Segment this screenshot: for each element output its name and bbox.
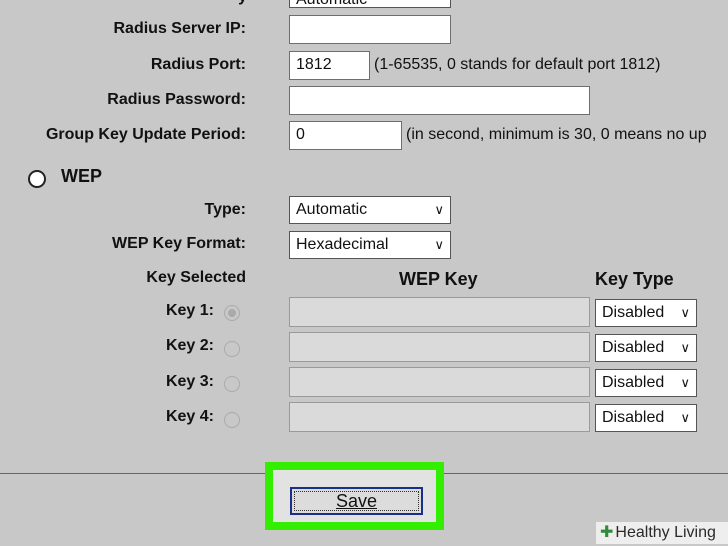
key-3-type-select[interactable]: Disabled ∨: [595, 369, 697, 397]
wep-radio[interactable]: [28, 170, 46, 188]
wep-key-format-label: WEP Key Format:: [112, 235, 246, 252]
chevron-down-icon: ∨: [680, 375, 690, 390]
key-1-label: Key 1:: [165, 302, 214, 319]
leaf-icon: ✚: [600, 524, 614, 541]
key-1-type-select[interactable]: Disabled ∨: [595, 299, 697, 327]
key-type-header: Key Type: [595, 269, 674, 289]
wep-title: WEP: [61, 166, 103, 186]
radius-port-label: Radius Port:: [150, 56, 246, 73]
partial-label: y: [220, 0, 247, 7]
wep-key-format-value: Hexadecimal: [296, 236, 389, 253]
wep-key-format-select[interactable]: Hexadecimal ∨: [289, 231, 451, 259]
partial-select[interactable]: Automatic: [289, 0, 451, 8]
key-3-type-value: Disabled: [602, 374, 665, 391]
chevron-down-icon: ∨: [434, 237, 444, 252]
key-2-type-select[interactable]: Disabled ∨: [595, 334, 697, 362]
key-3-label: Key 3:: [165, 373, 214, 390]
key-1-input[interactable]: [289, 297, 590, 327]
radius-port-note: (1-65535, 0 stands for default port 1812…: [374, 56, 661, 73]
radius-password-input[interactable]: [289, 86, 590, 115]
radius-password-label: Radius Password:: [107, 91, 246, 108]
wep-type-value: Automatic: [296, 201, 368, 218]
key-3-input[interactable]: [289, 367, 590, 397]
chevron-down-icon: ∨: [434, 202, 444, 217]
key-4-type-select[interactable]: Disabled ∨: [595, 404, 697, 432]
key-1-type-value: Disabled: [602, 304, 665, 321]
chevron-down-icon: ∨: [680, 340, 690, 355]
radius-port-input[interactable]: 1812: [289, 51, 370, 80]
radius-server-ip-input[interactable]: [289, 15, 451, 44]
key-4-label: Key 4:: [165, 408, 214, 425]
wep-type-select[interactable]: Automatic ∨: [289, 196, 451, 224]
key-1-radio[interactable]: [224, 305, 240, 321]
radius-server-ip-label: Radius Server IP:: [113, 20, 247, 37]
chevron-down-icon: ∨: [680, 410, 690, 425]
key-2-label: Key 2:: [165, 337, 214, 354]
group-key-update-label: Group Key Update Period:: [45, 126, 246, 143]
wep-key-header: WEP Key: [399, 269, 478, 289]
key-3-radio[interactable]: [224, 376, 240, 392]
watermark-text: Healthy Living: [615, 524, 716, 541]
group-key-update-note: (in second, minimum is 30, 0 means no up: [406, 126, 707, 143]
group-key-update-input[interactable]: 0: [289, 121, 402, 150]
partial-select-value: Automatic: [296, 0, 367, 8]
key-2-radio[interactable]: [224, 341, 240, 357]
key-4-radio[interactable]: [224, 412, 240, 428]
watermark-logo: ✚ Healthy Living: [596, 522, 728, 544]
key-4-input[interactable]: [289, 402, 590, 432]
key-4-type-value: Disabled: [602, 409, 665, 426]
key-2-type-value: Disabled: [602, 339, 665, 356]
chevron-down-icon: ∨: [680, 305, 690, 320]
key-2-input[interactable]: [289, 332, 590, 362]
save-button[interactable]: Save: [290, 487, 423, 515]
key-selected-header: Key Selected: [146, 269, 246, 286]
wep-type-label: Type:: [204, 201, 246, 218]
